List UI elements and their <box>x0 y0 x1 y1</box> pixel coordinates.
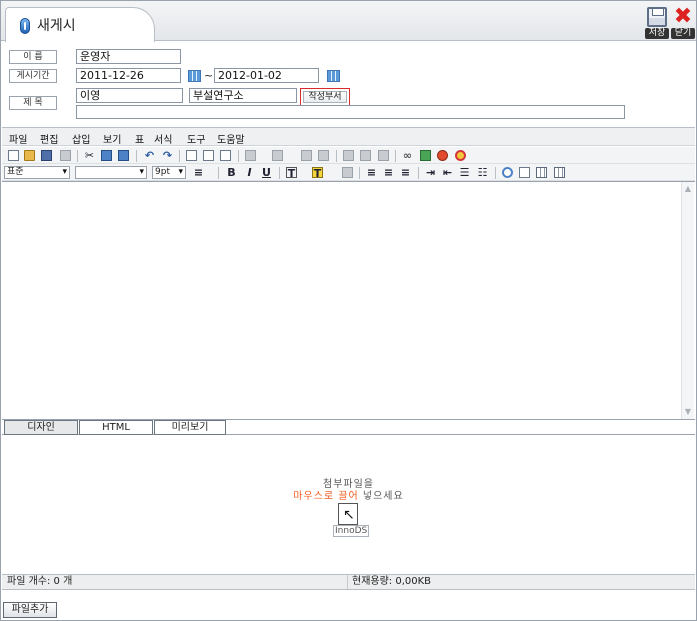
page-title: 새게시 <box>37 18 76 34</box>
period-separator: ~ <box>204 69 214 82</box>
find-icon[interactable] <box>186 150 197 161</box>
floppy-disk-icon <box>647 7 667 27</box>
dept-button-label: 작성부서 <box>303 91 347 103</box>
editor-toolbar-1: ✂ ↶ ↷ ∞ <box>2 147 695 164</box>
no-icon[interactable] <box>437 150 448 161</box>
copy-icon[interactable] <box>101 150 112 161</box>
line-spacing-icon[interactable]: ≡ <box>193 167 204 178</box>
scroll-up-icon[interactable]: ▲ <box>682 183 694 195</box>
eraser-icon[interactable] <box>342 167 353 178</box>
close-label: 닫기 <box>671 28 695 39</box>
save-disk-icon[interactable] <box>41 150 52 161</box>
calendar-icon-end[interactable] <box>327 70 340 82</box>
menu-table[interactable]: 표 <box>135 131 144 146</box>
flash-placeholder-icon[interactable] <box>378 150 389 161</box>
special-symbol-icon[interactable] <box>502 167 513 178</box>
title-tab: 새게시 <box>5 7 155 42</box>
bullet-list-icon[interactable]: ☰ <box>459 167 470 178</box>
name-label: 이 름 <box>9 50 57 64</box>
menu-view[interactable]: 보기 <box>103 131 121 146</box>
editor-mode-tabs: 디자인 HTML 미리보기 <box>2 420 695 435</box>
period-label: 게시기간 <box>9 69 57 83</box>
editor-toolbar-2: 표준 9pt ≡ B I U T T ≡ ≡ ≡ ⇥ ⇤ ☰ ☷ <box>2 164 695 181</box>
drop-hint-drop: 넣으세요 <box>362 491 404 502</box>
editor-scrollbar[interactable]: ▲ ▼ <box>681 182 694 419</box>
row-insert-icon[interactable] <box>272 150 283 161</box>
calendar-icon-start[interactable] <box>188 70 201 82</box>
file-drop-zone[interactable]: 첨부파일을 마우스로 끌어 넣으세요 InnoDS <box>2 436 695 574</box>
media-placeholder-icon[interactable] <box>360 150 371 161</box>
indent-icon[interactable]: ⇥ <box>425 167 436 178</box>
close-icon: ✖ <box>673 4 693 29</box>
tab-preview[interactable]: 미리보기 <box>154 420 226 435</box>
italic-icon[interactable]: I <box>244 167 255 178</box>
undo-icon[interactable]: ↶ <box>144 150 155 161</box>
new-document-icon[interactable] <box>8 150 19 161</box>
dept-field[interactable]: 부설연구소 <box>189 88 297 103</box>
dept-button[interactable]: 작성부서 <box>300 88 350 106</box>
size-select[interactable]: 9pt <box>152 166 186 179</box>
writer-field[interactable]: 이영 <box>76 88 183 103</box>
drop-hint-line2: 마우스로 끌어 넣으세요 <box>2 487 695 502</box>
cell-split-icon[interactable] <box>318 150 329 161</box>
post-editor-window: 새게시 저장 ✖ 닫기 이 름 운영자 게시기간 2011-12-26 ~ 20… <box>0 0 697 621</box>
align-center-icon[interactable]: ≡ <box>383 167 394 178</box>
info-icon <box>20 18 30 34</box>
page-icon[interactable] <box>519 167 530 178</box>
image-placeholder-icon[interactable] <box>343 150 354 161</box>
image-icon[interactable] <box>420 150 431 161</box>
open-folder-icon[interactable] <box>24 150 35 161</box>
current-capacity: 현재용량: 0,00KB <box>352 576 432 587</box>
scroll-down-icon[interactable]: ▼ <box>682 406 694 418</box>
file-count: 파일 개수: 0 개 <box>7 576 73 587</box>
form-icon[interactable] <box>220 150 231 161</box>
link-icon[interactable]: ∞ <box>402 150 413 161</box>
outdent-icon[interactable]: ⇤ <box>442 167 453 178</box>
header-bar: 새게시 저장 ✖ 닫기 <box>1 1 696 42</box>
title-label: 제 목 <box>9 96 57 110</box>
align-left-icon[interactable]: ≡ <box>366 167 377 178</box>
save-button[interactable]: 저장 <box>645 7 669 39</box>
start-date-field[interactable]: 2011-12-26 <box>76 68 181 83</box>
add-file-button[interactable]: 파일추가 <box>3 602 57 618</box>
menu-format[interactable]: 서식 <box>154 131 172 146</box>
highlight-color-icon[interactable]: T <box>312 167 323 179</box>
checkbox-icon[interactable] <box>203 150 214 161</box>
menu-help[interactable]: 도움말 <box>217 131 245 146</box>
save-label: 저장 <box>645 28 669 39</box>
menu-insert[interactable]: 삽입 <box>72 131 90 146</box>
close-button[interactable]: ✖ 닫기 <box>671 4 695 39</box>
name-field[interactable]: 운영자 <box>76 49 181 64</box>
paste-icon[interactable] <box>118 150 129 161</box>
cell-merge-icon[interactable] <box>301 150 312 161</box>
style-select[interactable]: 표준 <box>4 166 70 179</box>
brand-label: InnoDS <box>333 525 370 537</box>
editor-menubar: 파일 편집 삽입 보기 표 서식 도구 도움말 <box>2 127 695 146</box>
table-icon[interactable] <box>536 167 547 178</box>
font-select[interactable] <box>75 166 147 179</box>
table-grid-icon[interactable] <box>554 167 565 178</box>
redo-icon[interactable]: ↷ <box>162 150 173 161</box>
menu-edit[interactable]: 편집 <box>40 131 58 146</box>
print-icon[interactable] <box>60 150 71 161</box>
special-char-icon[interactable] <box>455 150 466 161</box>
subject-field[interactable] <box>76 105 625 119</box>
table-insert-icon[interactable] <box>245 150 256 161</box>
drag-file-icon <box>338 503 358 525</box>
align-right-icon[interactable]: ≡ <box>400 167 411 178</box>
status-bar: 파일 개수: 0 개 현재용량: 0,00KB <box>2 574 695 590</box>
number-list-icon[interactable]: ☷ <box>477 167 488 178</box>
tab-design[interactable]: 디자인 <box>4 420 78 435</box>
editor-content-area[interactable]: ▲ ▼ <box>2 181 695 420</box>
menu-file[interactable]: 파일 <box>9 131 27 146</box>
tab-html[interactable]: HTML <box>79 420 153 435</box>
font-color-icon[interactable]: T <box>286 167 297 179</box>
underline-icon[interactable]: U <box>261 167 272 178</box>
bold-icon[interactable]: B <box>226 167 237 178</box>
cut-icon[interactable]: ✂ <box>84 150 95 161</box>
end-date-field[interactable]: 2012-01-02 <box>214 68 319 83</box>
menu-tools[interactable]: 도구 <box>187 131 205 146</box>
drop-hint-drag: 마우스로 끌어 <box>293 491 359 502</box>
